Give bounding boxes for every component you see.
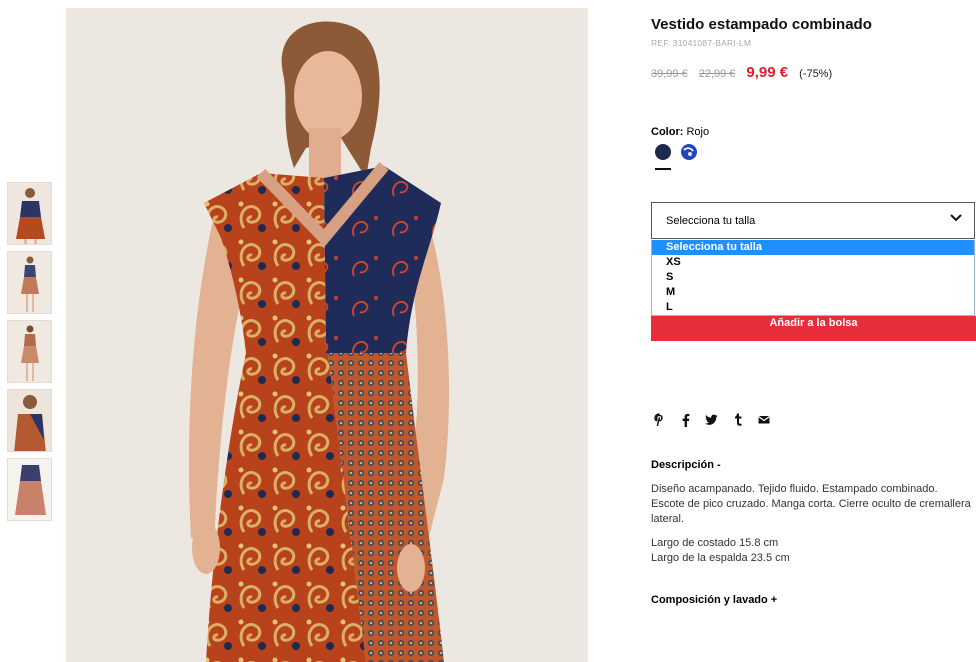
facebook-icon[interactable] (679, 412, 692, 427)
swatch-blue-print[interactable] (681, 144, 697, 160)
color-value: Rojo (686, 126, 710, 138)
share-icons (653, 412, 770, 427)
thumbnail-5-figure (8, 459, 51, 520)
size-select[interactable]: Selecciona tu talla (651, 202, 975, 239)
color-label: Color: (651, 126, 684, 138)
chevron-down-icon (950, 213, 962, 226)
size-dropdown-list: Selecciona tu talla XS S M L (651, 240, 975, 316)
twitter-icon[interactable] (705, 412, 718, 427)
description-paragraph: Diseño acampanado. Tejido fluido. Estamp… (651, 483, 971, 525)
model-photo (66, 8, 588, 662)
description-toggle[interactable]: Descripción - (651, 459, 721, 471)
thumbnail-4[interactable] (7, 389, 52, 452)
size-select-value: Selecciona tu talla (666, 214, 756, 227)
thumbnail-2[interactable] (7, 251, 52, 314)
main-product-image[interactable] (66, 8, 588, 662)
email-icon[interactable] (757, 412, 770, 427)
color-label-row: Color: Rojo (651, 126, 709, 138)
description-length-side: Largo de costado 15.8 cm (651, 537, 779, 549)
thumbnail-strip (7, 182, 53, 527)
thumbnail-1[interactable] (7, 182, 52, 245)
thumbnail-2-figure (8, 252, 51, 313)
composition-toggle[interactable]: Composición y lavado + (651, 594, 777, 606)
swatch-navy[interactable] (655, 144, 671, 160)
price-previous: 22,99 € (698, 68, 736, 80)
swatch-print-icon (683, 147, 694, 156)
description-content: Diseño acampanado. Tejido fluido. Estamp… (651, 482, 973, 566)
tumblr-icon[interactable] (731, 412, 744, 427)
thumbnail-1-figure (8, 183, 51, 244)
discount-badge: (-75%) (799, 68, 833, 80)
thumbnail-3-figure (8, 321, 51, 382)
size-option-s[interactable]: S (652, 270, 974, 285)
size-option-l[interactable]: L (652, 300, 974, 315)
color-swatches (655, 144, 697, 160)
price-row: 39,99 € 22,99 € 9,99 € (-75%) (651, 64, 832, 81)
size-option-xs[interactable]: XS (652, 255, 974, 270)
thumbnail-5[interactable] (7, 458, 52, 521)
thumbnail-3[interactable] (7, 320, 52, 383)
product-title: Vestido estampado combinado (651, 16, 872, 33)
price-sale: 9,99 € (746, 64, 789, 81)
add-to-bag-button[interactable]: Añadir a la bolsa (651, 316, 976, 341)
selected-swatch-indicator (655, 168, 671, 170)
product-reference: REF. 31041087-BARI-LM (651, 38, 752, 48)
size-option-m[interactable]: M (652, 285, 974, 300)
size-option-placeholder[interactable]: Selecciona tu talla (652, 240, 974, 255)
thumbnail-4-figure (8, 390, 51, 451)
pinterest-icon[interactable] (653, 412, 666, 427)
price-original: 39,99 € (651, 68, 688, 80)
description-length-back: Largo de la espalda 23.5 cm (651, 552, 790, 564)
